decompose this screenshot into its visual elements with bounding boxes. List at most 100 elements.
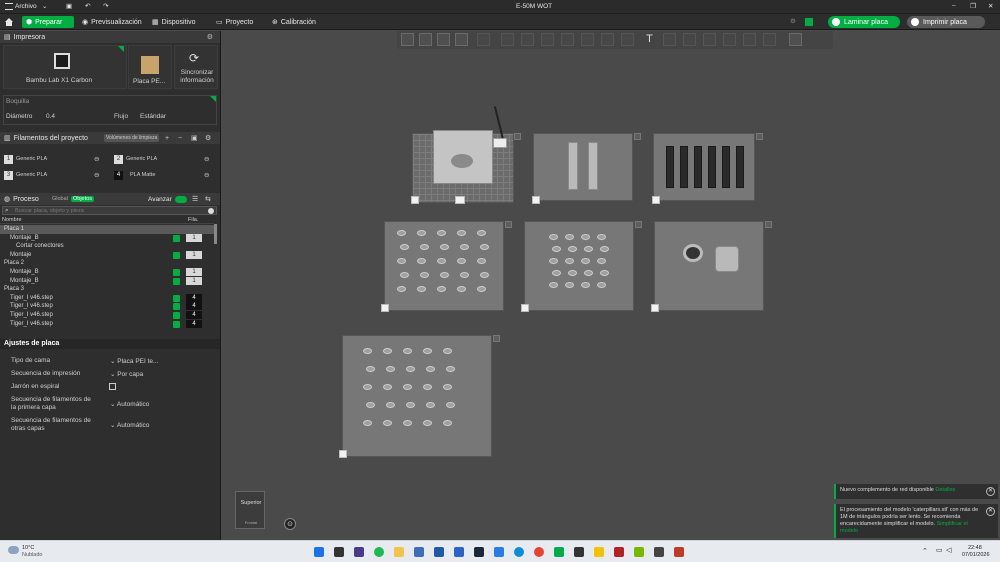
filament-index[interactable]: 1 [186, 268, 202, 276]
model-wheel[interactable] [420, 244, 429, 250]
add-filament-icon[interactable]: + [165, 135, 169, 142]
model-wheel[interactable] [460, 272, 469, 278]
search-input[interactable]: ⌕ Buscar placa, objeto y pieza [2, 206, 217, 215]
model-wheel[interactable] [406, 366, 415, 372]
clock-time[interactable]: 22:48 [968, 545, 982, 551]
assembly-icon[interactable] [683, 33, 696, 46]
tab-preview[interactable]: ◉ Previsualización [78, 16, 146, 28]
global-tab[interactable]: Global [52, 196, 68, 202]
filament-index[interactable]: 4 [186, 293, 202, 302]
objects-tab[interactable]: Objetos [71, 196, 94, 202]
task-view-icon[interactable] [334, 547, 344, 557]
tab-prepare[interactable]: ⬢ Preparar [22, 16, 74, 28]
close-icon[interactable]: ✕ [988, 2, 993, 10]
print-plate-button[interactable]: Imprimir placa [907, 16, 985, 28]
tab-project[interactable]: ▭ Proyecto [212, 16, 257, 28]
plate-row[interactable]: Placa 1 [0, 225, 214, 234]
build-plate-4[interactable] [381, 221, 504, 312]
model-wheel[interactable] [417, 258, 426, 264]
visibility-checkbox[interactable] [173, 277, 180, 285]
nvidia-icon[interactable] [634, 547, 644, 557]
visibility-checkbox[interactable] [173, 294, 180, 302]
build-plate-2[interactable] [532, 133, 633, 204]
app-icon[interactable] [574, 547, 584, 557]
model-wheel[interactable] [443, 384, 452, 390]
support-paint-icon[interactable] [601, 33, 614, 46]
model-cupola[interactable] [715, 246, 739, 272]
model-wheel[interactable] [426, 366, 435, 372]
model-tiger-part[interactable] [722, 146, 730, 188]
grid-plate-icon[interactable] [419, 33, 432, 46]
model-wheel[interactable] [457, 258, 466, 264]
plate-row[interactable]: Placa 3 [0, 285, 214, 294]
visibility-checkbox[interactable] [173, 234, 180, 242]
model-wheel[interactable] [584, 246, 593, 252]
model-wheel[interactable] [477, 230, 486, 236]
sync-filament-icon[interactable]: ▣ [191, 134, 198, 142]
model-wheel[interactable] [363, 420, 372, 426]
diameter-select[interactable]: 0.4 [46, 113, 55, 120]
model-wheel[interactable] [403, 384, 412, 390]
close-notification-icon[interactable]: ✕ [986, 507, 995, 516]
app-icon[interactable] [494, 547, 504, 557]
spiral-vase-checkbox[interactable] [109, 383, 116, 390]
model-wheel[interactable] [584, 270, 593, 276]
sync-info-button[interactable]: ⟳ Sincronizar información [174, 45, 218, 89]
cut-icon[interactable] [561, 33, 574, 46]
model-wheel[interactable] [423, 384, 432, 390]
seam-paint-icon[interactable] [621, 33, 634, 46]
list-scrollbar[interactable] [214, 224, 217, 244]
measure-icon[interactable] [663, 33, 676, 46]
model-wheel[interactable] [552, 270, 561, 276]
model-wheel[interactable] [400, 272, 409, 278]
plate-lock-icon[interactable] [455, 196, 465, 204]
slice-plate-button[interactable]: Laminar placa [828, 16, 900, 28]
model-wheel[interactable] [597, 258, 606, 264]
model-track-part-b[interactable] [588, 142, 598, 190]
visibility-checkbox[interactable] [173, 320, 180, 328]
chrome-icon[interactable] [534, 547, 544, 557]
rotate-icon[interactable] [501, 33, 514, 46]
model-wheel[interactable] [581, 258, 590, 264]
model-wheel[interactable] [446, 402, 455, 408]
model-tiger-part[interactable] [708, 146, 716, 188]
model-drum[interactable] [683, 244, 703, 262]
windows-start-icon[interactable] [314, 547, 324, 557]
model-wheel[interactable] [363, 348, 372, 354]
filament-slot-2[interactable]: 2 Generic PLA ⊖ [114, 155, 214, 165]
filament-index[interactable]: 1 [186, 233, 202, 242]
model-wheel[interactable] [383, 348, 392, 354]
model-wheel[interactable] [568, 270, 577, 276]
object-row[interactable]: Tiger_I v46.step 4 [0, 302, 214, 311]
mail-icon[interactable] [454, 547, 464, 557]
display-icon[interactable]: ▭ [936, 546, 943, 554]
model-wheel[interactable] [383, 420, 392, 426]
tab-device[interactable]: ▦ Dispositivo [148, 16, 199, 28]
model-wheel[interactable] [417, 230, 426, 236]
close-notification-icon[interactable]: ✕ [986, 487, 995, 496]
spotify-icon[interactable] [374, 547, 384, 557]
gear-icon[interactable]: ⚙ [790, 17, 796, 25]
model-wheel[interactable] [457, 230, 466, 236]
bambu-studio-icon[interactable] [554, 547, 564, 557]
plate-options-icon[interactable] [635, 221, 642, 228]
object-row[interactable]: Montaje_B 1 [0, 276, 214, 286]
model-tiger-part[interactable] [736, 146, 744, 188]
file-menu[interactable]: Archivo [15, 3, 37, 10]
clock-date[interactable]: 07/01/2026 [962, 552, 990, 558]
model-wheel[interactable] [597, 282, 606, 288]
model-wheel[interactable] [581, 282, 590, 288]
filament-index[interactable]: 1 [186, 250, 202, 259]
flow-select[interactable]: Estándar [140, 113, 166, 120]
model-wheel[interactable] [600, 246, 609, 252]
plate-options-icon[interactable] [765, 221, 772, 228]
color-paint-icon[interactable] [743, 33, 756, 46]
build-plate-6[interactable] [651, 221, 764, 312]
object-row[interactable]: Tiger_I v46.step 4 [0, 293, 214, 303]
model-wheel[interactable] [477, 286, 486, 292]
plate-options-icon[interactable] [756, 133, 763, 140]
object-row[interactable]: Montaje_B 1 [0, 268, 214, 277]
model-wheel[interactable] [386, 402, 395, 408]
visibility-checkbox[interactable] [173, 303, 180, 311]
move-icon[interactable] [477, 33, 490, 46]
